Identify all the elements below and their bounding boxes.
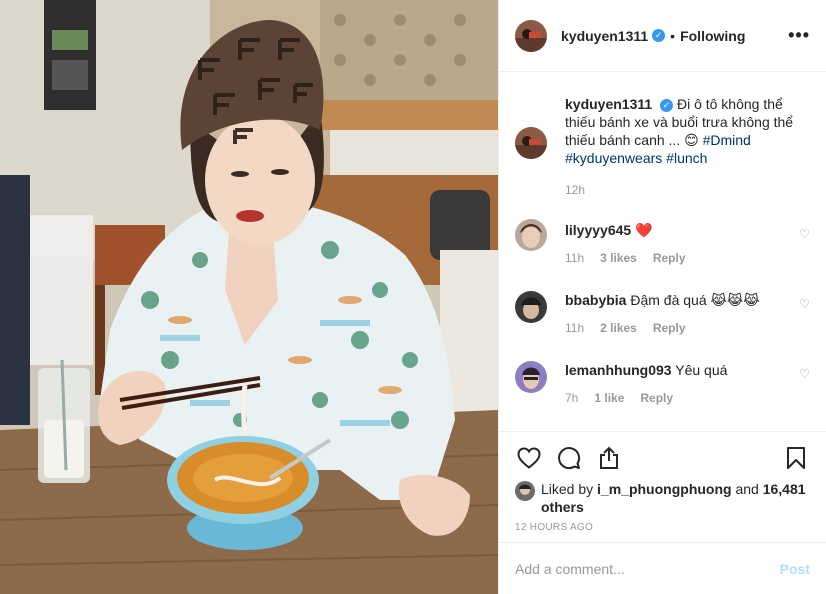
post-comment-button[interactable]: Post bbox=[780, 561, 810, 577]
comment-likes-count[interactable]: 2 likes bbox=[600, 319, 637, 337]
action-icons bbox=[515, 442, 810, 474]
caption-time[interactable]: 12h bbox=[565, 181, 585, 199]
liker-username[interactable]: i_m_phuongphuong bbox=[597, 481, 732, 497]
comment-body: bbabybia Đậm đà quá 😹😹😹 11h 2 likes Repl… bbox=[565, 291, 810, 337]
hashtag-link[interactable]: #lunch bbox=[666, 150, 707, 166]
commenter-avatar-image bbox=[515, 361, 547, 393]
share-icon[interactable] bbox=[595, 444, 623, 472]
post-sidebar: kyduyen1311 ✓ • Following ••• kyduyen131… bbox=[498, 0, 826, 594]
heart-icon-glyph bbox=[517, 447, 541, 469]
reply-button[interactable]: Reply bbox=[640, 389, 673, 407]
comment-like-heart-icon[interactable]: ♡ bbox=[799, 227, 810, 241]
commenter-avatar[interactable] bbox=[515, 361, 547, 393]
post-actions: Liked by i_m_phuongphuong and 16,481 oth… bbox=[499, 431, 826, 533]
caption: kyduyen1311 ✓ Đi ô tô không thể thiếu bá… bbox=[515, 95, 810, 199]
comment-meta: 11h 2 likes Reply bbox=[565, 319, 794, 337]
comment-item: lilyyyy645 ❤️ 11h 3 likes Reply ♡ bbox=[515, 219, 810, 267]
likes-text: Liked by i_m_phuongphuong and 16,481 oth… bbox=[541, 480, 810, 516]
more-options-icon[interactable]: ••• bbox=[788, 25, 810, 46]
comment-like-heart-icon[interactable]: ♡ bbox=[799, 367, 810, 381]
bookmark-icon[interactable] bbox=[782, 444, 810, 472]
author-avatar-image bbox=[515, 19, 547, 52]
comment-text: Đậm đà quá 😹😹😹 bbox=[630, 292, 760, 308]
reply-button[interactable]: Reply bbox=[653, 319, 686, 337]
caption-body: kyduyen1311 ✓ Đi ô tô không thể thiếu bá… bbox=[565, 95, 810, 199]
hashtag-link[interactable]: #kyduyenwears bbox=[565, 150, 662, 166]
comment-meta: 11h 3 likes Reply bbox=[565, 249, 794, 267]
comment-username[interactable]: lemanhhung093 bbox=[565, 362, 672, 378]
comment-text: Yêu quá bbox=[675, 362, 728, 378]
hashtag-link[interactable]: #Dmind bbox=[703, 132, 751, 148]
caption-username[interactable]: kyduyen1311 bbox=[565, 96, 652, 112]
caption-text-block: kyduyen1311 ✓ Đi ô tô không thể thiếu bá… bbox=[565, 95, 794, 167]
author-avatar[interactable] bbox=[515, 19, 547, 52]
caption-meta: 12h bbox=[565, 181, 794, 199]
comment-body: lilyyyy645 ❤️ 11h 3 likes Reply bbox=[565, 221, 810, 267]
comment-username[interactable]: bbabybia bbox=[565, 292, 626, 308]
comment-body: lemanhhung093 Yêu quá 7h 1 like Reply bbox=[565, 361, 810, 407]
commenter-avatar-image bbox=[515, 291, 547, 323]
separator-dot: • bbox=[670, 27, 676, 44]
reply-button[interactable]: Reply bbox=[653, 249, 686, 267]
following-button[interactable]: Following bbox=[680, 28, 745, 44]
comment-text-block: lemanhhung093 Yêu quá bbox=[565, 361, 794, 379]
heart-icon[interactable] bbox=[515, 444, 543, 472]
comment-item: lemanhhung093 Yêu quá 7h 1 like Reply ♡ bbox=[515, 361, 810, 407]
comment-username[interactable]: lilyyyy645 bbox=[565, 222, 631, 238]
bookmark-icon-glyph bbox=[787, 447, 805, 469]
liker-avatar[interactable] bbox=[515, 481, 535, 501]
add-comment-bar: Post bbox=[499, 542, 826, 594]
liker-avatar-image bbox=[515, 481, 535, 501]
comment-text-block: bbabybia Đậm đà quá 😹😹😹 bbox=[565, 291, 794, 309]
post-timestamp[interactable]: 12 HOURS AGO bbox=[515, 522, 810, 533]
comment-meta: 7h 1 like Reply bbox=[565, 389, 794, 407]
share-icon-glyph bbox=[600, 446, 618, 469]
add-comment-input[interactable] bbox=[515, 560, 780, 577]
caption-avatar[interactable] bbox=[515, 127, 547, 159]
post-photo-illustration bbox=[0, 0, 498, 594]
comment-icon-glyph bbox=[558, 447, 581, 470]
liked-by-prefix: Liked by bbox=[541, 481, 594, 497]
likes-and: and bbox=[735, 481, 759, 497]
comment-text-block: lilyyyy645 ❤️ bbox=[565, 221, 794, 239]
post-photo[interactable] bbox=[0, 0, 498, 594]
post-header: kyduyen1311 ✓ • Following ••• bbox=[499, 0, 826, 72]
commenter-avatar[interactable] bbox=[515, 291, 547, 323]
comment-time[interactable]: 11h bbox=[565, 319, 584, 337]
instagram-post: kyduyen1311 ✓ • Following ••• kyduyen131… bbox=[0, 0, 826, 594]
comment-text: ❤️ bbox=[635, 222, 653, 238]
comment-likes-count[interactable]: 3 likes bbox=[600, 249, 637, 267]
verified-badge-icon: ✓ bbox=[660, 99, 674, 112]
comment-item: bbabybia Đậm đà quá 😹😹😹 11h 2 likes Repl… bbox=[515, 291, 810, 337]
commenter-avatar-image bbox=[515, 219, 547, 251]
verified-badge-icon: ✓ bbox=[652, 29, 666, 42]
comment-icon[interactable] bbox=[555, 444, 583, 472]
likes-summary: Liked by i_m_phuongphuong and 16,481 oth… bbox=[515, 480, 810, 516]
comments-list[interactable]: kyduyen1311 ✓ Đi ô tô không thể thiếu bá… bbox=[499, 73, 826, 430]
comment-time[interactable]: 11h bbox=[565, 249, 584, 267]
comment-likes-count[interactable]: 1 like bbox=[594, 389, 624, 407]
author-username[interactable]: kyduyen1311 bbox=[561, 28, 648, 44]
commenter-avatar[interactable] bbox=[515, 219, 547, 251]
caption-avatar-image bbox=[515, 127, 547, 159]
comment-time[interactable]: 7h bbox=[565, 389, 578, 407]
comment-like-heart-icon[interactable]: ♡ bbox=[799, 297, 810, 311]
